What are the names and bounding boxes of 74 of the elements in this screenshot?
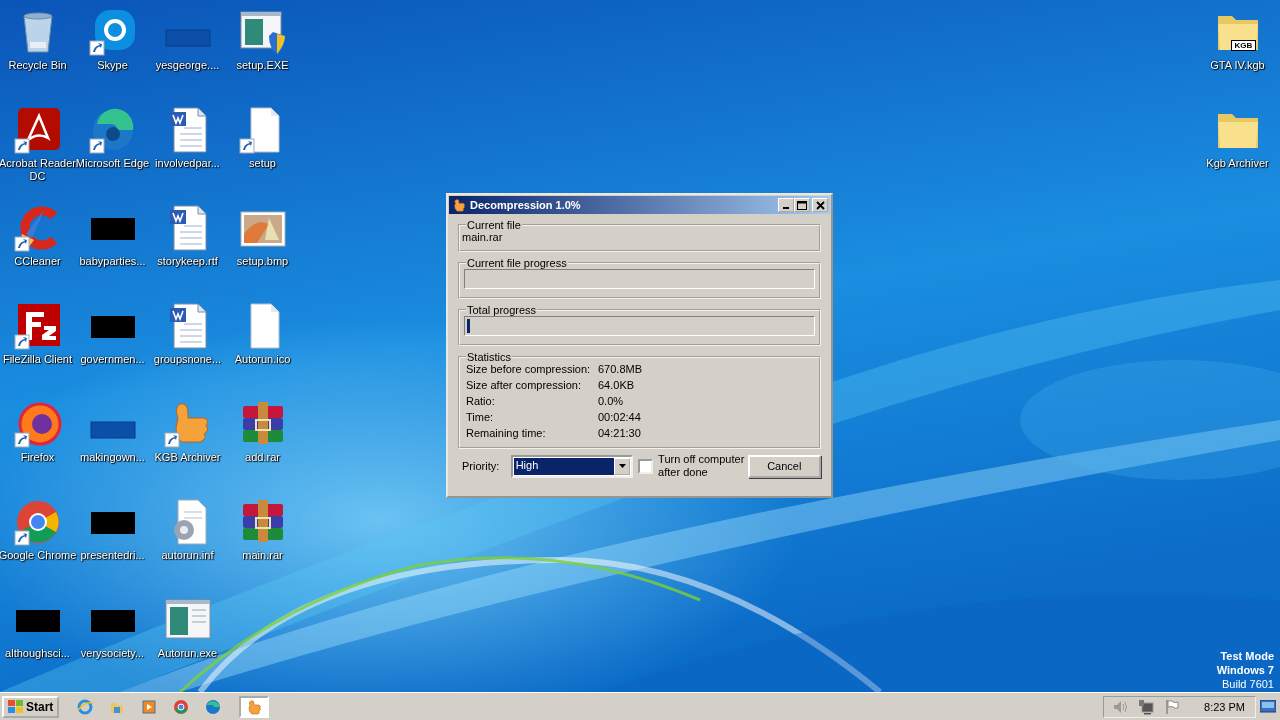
icon-label: KGB Archiver xyxy=(153,451,222,464)
icon-label: setup.EXE xyxy=(235,59,290,72)
minimize-button[interactable] xyxy=(778,198,794,212)
stat-label: Size after compression: xyxy=(466,379,582,392)
maximize-icon xyxy=(797,200,807,210)
icon-label: Autorun.exe xyxy=(156,647,219,660)
stat-value: 64.0KB xyxy=(598,379,636,392)
thumbs-up-icon xyxy=(246,698,263,715)
priority-label: Priority: xyxy=(462,460,501,472)
icon-label: add.rar xyxy=(244,451,281,464)
icon-label: CCleaner xyxy=(13,255,62,268)
group-label: Current file xyxy=(466,219,522,231)
close-icon xyxy=(815,200,825,210)
pdf-icon[interactable] xyxy=(13,106,62,154)
browser-icon[interactable] xyxy=(173,698,190,715)
file-name: main.rar xyxy=(462,231,504,245)
browser-icon[interactable] xyxy=(13,400,62,448)
clock-time[interactable]: 8:23 PM xyxy=(1204,700,1245,713)
icon-label: storykeep.rtf xyxy=(156,255,219,268)
maximize-button[interactable] xyxy=(794,198,810,212)
icon-label: Recycle Bin xyxy=(7,59,68,72)
stat-value: 0.0% xyxy=(598,395,625,408)
group-label: Total progress xyxy=(466,304,538,316)
window-title: Decompression 1.0% xyxy=(470,199,582,211)
task-button[interactable] xyxy=(239,695,270,718)
icon-label: autorun.inf xyxy=(160,549,215,562)
start-button[interactable]: Start xyxy=(2,695,60,718)
checkbox-label: Turn off computer after done xyxy=(658,453,746,479)
icon-label: Skype xyxy=(96,59,129,72)
icon-label: Google Chrome xyxy=(0,549,77,562)
start-logo-icon xyxy=(8,699,24,714)
icon-label: Kgb Archiver xyxy=(1205,157,1270,170)
thumbs-up-icon xyxy=(452,198,466,212)
icon-label: althoughsci... xyxy=(4,647,71,660)
icon-label: makingown... xyxy=(79,451,146,464)
stat-label: Ratio: xyxy=(466,395,496,408)
stat-value: 04:21:30 xyxy=(598,427,642,440)
icon-label: presentedri... xyxy=(79,549,146,562)
media-player-icon[interactable] xyxy=(141,698,158,715)
stat-value: 00:02:44 xyxy=(598,411,642,424)
stat-label: Remaining time: xyxy=(466,427,547,440)
stat-value: 670.8MB xyxy=(598,363,644,376)
icon-badge-label: KGB xyxy=(1230,40,1257,51)
stat-label: Size before compression: xyxy=(466,363,592,376)
icon-label: yesgeorge.... xyxy=(154,59,221,72)
os-notice-text: Windows 7 xyxy=(1216,663,1274,677)
os-notice-text: Build 7601 xyxy=(1221,677,1274,691)
icon-label: verysociety... xyxy=(79,647,146,660)
checkbox[interactable] xyxy=(638,458,654,474)
os-notice-text: Test Mode xyxy=(1219,649,1274,663)
icon-label: main.rar xyxy=(241,549,284,562)
cancel-button[interactable]: Cancel xyxy=(747,454,821,478)
icon-label: governmen... xyxy=(79,353,146,366)
group-label: Current file progress xyxy=(466,257,568,269)
icon-label: Firefox xyxy=(19,451,56,464)
priority-dropdown[interactable]: High xyxy=(510,454,634,478)
icon-label: setup.bmp xyxy=(235,255,290,268)
icon-label: FileZilla Client xyxy=(1,353,74,366)
flag-icon[interactable] xyxy=(1164,698,1181,715)
browser-icon[interactable] xyxy=(13,498,62,546)
icon-label: groupsnone... xyxy=(152,353,223,366)
stat-label: Time: xyxy=(466,411,495,424)
icon-label: GTA IV.kgb xyxy=(1209,59,1266,72)
icon-label: involvedpar... xyxy=(154,157,221,170)
close-button[interactable] xyxy=(812,198,828,212)
icon-label: babyparties... xyxy=(78,255,147,268)
network-icon[interactable] xyxy=(1138,698,1155,715)
show-desktop-icon[interactable] xyxy=(1260,699,1276,714)
ftp-app-icon[interactable] xyxy=(13,302,62,350)
icon-label: Autorun.ico xyxy=(233,353,292,366)
minimize-icon xyxy=(783,207,789,209)
group-label: Statistics xyxy=(466,351,512,363)
icon-label: setup xyxy=(248,157,277,170)
installer-icon[interactable] xyxy=(238,8,287,56)
